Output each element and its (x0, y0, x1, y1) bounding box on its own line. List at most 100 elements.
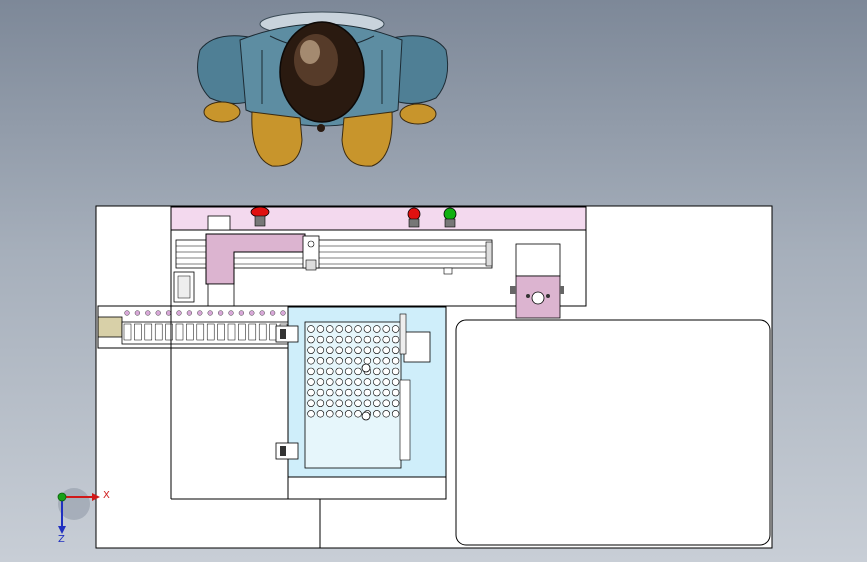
control-panel (170, 206, 587, 231)
tray-cell (326, 378, 334, 386)
tray-cell (326, 357, 334, 365)
feeder-slot (258, 323, 267, 341)
tray-cell (316, 346, 325, 354)
cad-viewport[interactable]: X Z (0, 0, 867, 562)
feeder-slot (238, 323, 246, 341)
z-axis-label: Z (58, 534, 65, 545)
tray-cell (344, 388, 353, 397)
tray-cell (373, 399, 381, 407)
tray-cell (307, 325, 315, 333)
tray-cell (363, 388, 372, 397)
tray-cell (344, 325, 353, 333)
tray-cell (354, 399, 362, 407)
tray-cell (316, 325, 325, 333)
feeder-slot (134, 323, 142, 341)
tray-cell (391, 367, 400, 376)
feeder-slot (248, 323, 257, 341)
tray-cell (307, 357, 315, 365)
tray-cell (391, 399, 400, 407)
feeder-slot-cap (238, 310, 245, 316)
tray-cell (316, 388, 325, 397)
tray-cell (335, 378, 343, 386)
tray-cell (335, 357, 343, 365)
feeder-slot-cap (124, 310, 130, 316)
tray-cell (326, 325, 334, 333)
feeder-slot (165, 323, 173, 341)
tray-cell (391, 357, 400, 365)
feeder-slot-cap (259, 310, 265, 316)
tray-cell (382, 410, 390, 418)
tray-cell (326, 388, 334, 397)
tray-cell (316, 335, 325, 344)
tray-cell (391, 325, 400, 333)
tray-cell (382, 367, 390, 376)
tray-cell (326, 410, 334, 418)
tray-cell (326, 335, 334, 344)
tray-cell (354, 325, 362, 333)
tray-cell (307, 346, 315, 354)
tray-cell (316, 357, 325, 365)
tray-cell (307, 399, 315, 407)
tray-cell (373, 346, 381, 354)
tray-cell (382, 378, 390, 386)
feeder-slot (154, 323, 163, 341)
feeder-slot (269, 323, 277, 341)
tray-cell (363, 325, 372, 333)
human-figure-icon (197, 11, 449, 167)
feeder-slot (227, 323, 236, 341)
tray-cell (373, 357, 381, 365)
feeder-slot-cap (155, 310, 161, 316)
feeder-slot-cap (197, 310, 203, 316)
tray-cell (373, 335, 381, 344)
tray-cell (363, 399, 372, 407)
tray-cell (335, 367, 343, 376)
start-button[interactable] (443, 207, 457, 228)
feeder-slot-cap (217, 310, 224, 316)
tray-cell (326, 399, 334, 407)
feeder-slot (123, 323, 132, 341)
tray-cell (307, 388, 315, 397)
tray-cell (363, 357, 372, 365)
tray-cell (382, 325, 390, 333)
tray-cell (354, 410, 362, 418)
feeder-slot (144, 323, 153, 341)
tray-cell (316, 399, 325, 407)
tray-cell (335, 410, 343, 418)
feeder-slot (196, 323, 205, 341)
tray-cell (382, 346, 390, 354)
signal-tower-icon (510, 243, 564, 319)
tray-cell (354, 335, 362, 344)
tray-cell (344, 399, 353, 407)
tray-cell (354, 357, 362, 365)
clamp-block (275, 442, 299, 460)
tray-cell (316, 367, 325, 376)
tray-cell (391, 378, 400, 386)
tray-cell (316, 378, 325, 386)
x-axis-label: X (103, 490, 110, 501)
tray-cell (316, 410, 325, 418)
tray-cell (326, 367, 334, 376)
feeder-slot-cap (145, 310, 151, 316)
feeder-slot-cap (207, 310, 213, 316)
tray-cell (382, 357, 390, 365)
tray-cell (373, 378, 381, 386)
tray-cell (363, 335, 372, 344)
stop-button[interactable] (407, 207, 421, 228)
tray-cell (344, 346, 353, 354)
feeder-slot (175, 323, 184, 341)
tray-cell (354, 378, 362, 386)
feeder-slot (206, 323, 215, 341)
tray-cell (335, 346, 343, 354)
tray-cell (354, 367, 362, 376)
tray-cell (354, 346, 362, 354)
note-panel (455, 319, 771, 546)
tray-cell (344, 410, 353, 418)
tray-cell (344, 357, 353, 365)
tray-cell (335, 388, 343, 397)
tray-cell (391, 410, 400, 418)
tray-cell (391, 346, 400, 354)
tray-cell (344, 367, 353, 376)
tray-cell (307, 410, 315, 418)
tray-cell (335, 335, 343, 344)
tray-cell (373, 367, 381, 376)
